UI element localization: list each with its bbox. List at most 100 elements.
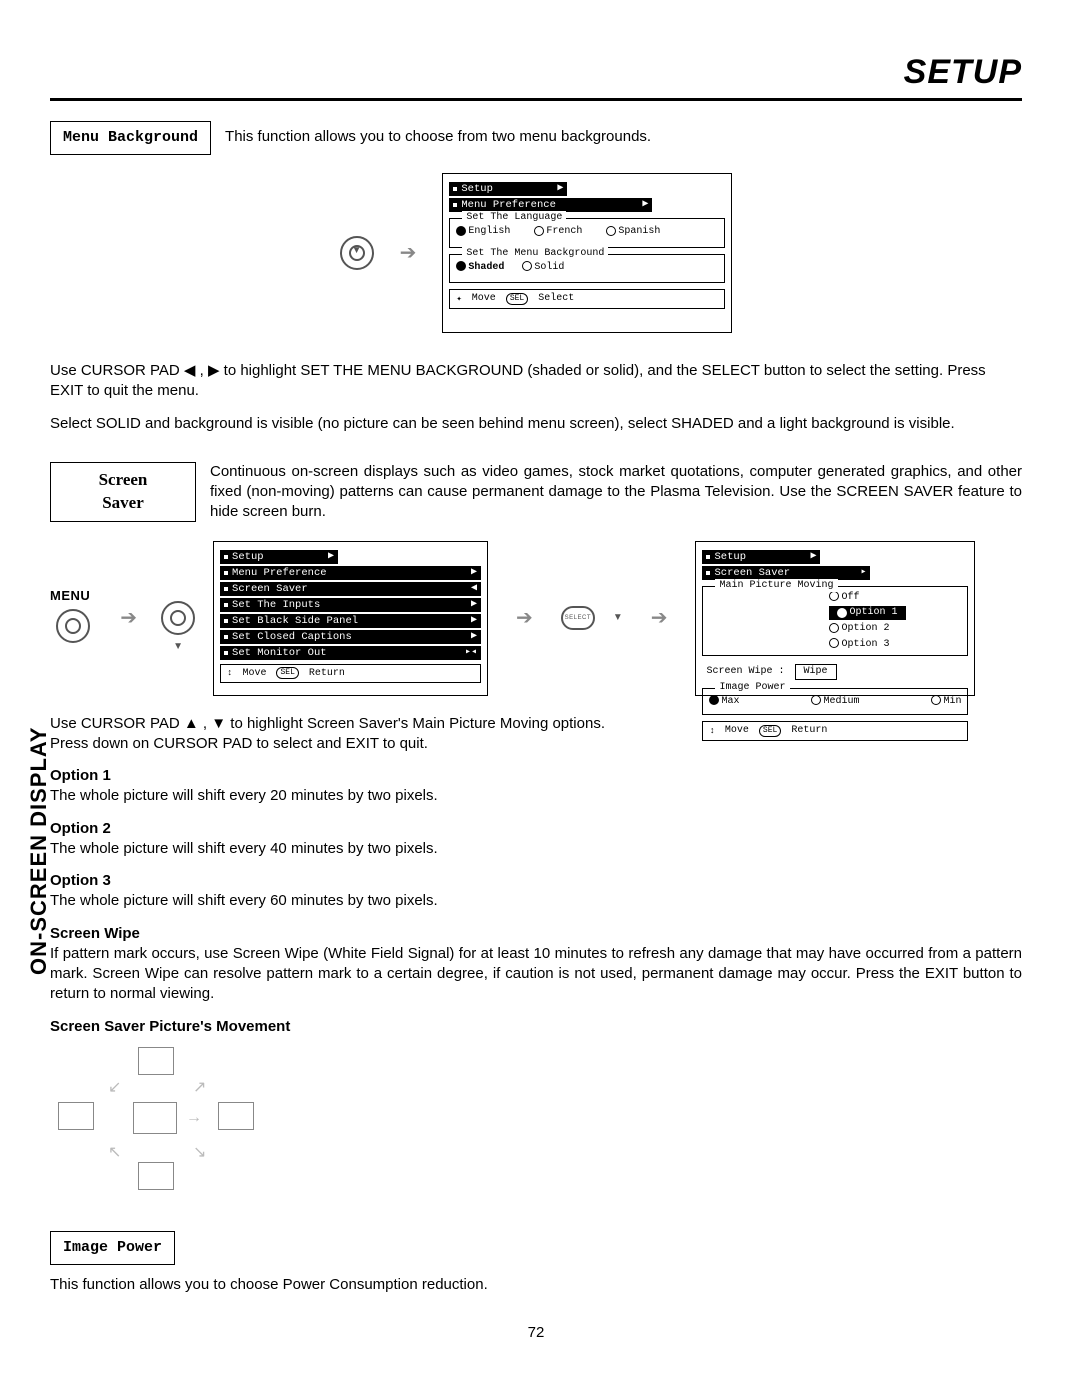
cursor-pad-icon [340,236,374,270]
sel-pill-icon: SEL [759,725,781,737]
option2-heading: Option 2 [50,820,111,837]
screen-wipe-line: Screen Wipe : Wipe [702,662,968,682]
osd-menu-bg-options: Shaded Solid [456,259,718,277]
wipe-value-box: Wipe [795,664,837,680]
option1-heading: Option 1 [50,767,111,784]
osd-screen-saver: Setup▶ Screen Saver▸ Main Picture Moving… [695,541,975,696]
down-arrow-icon: ▼ [613,611,623,625]
screen-wipe-heading: Screen Wipe [50,925,140,942]
arrows-vert-icon: ↕ [709,725,714,737]
osd-group-language-title: Set The Language [462,211,566,225]
osd-menu-item: Set Monitor Out▸◂ [220,646,481,660]
footer-return: Return [791,724,827,738]
osd-tab-setup: Setup▶ [449,182,567,196]
movement-heading: Screen Saver Picture's Movement [50,1017,1022,1037]
osd-menu-item: Set Black Side Panel▶ [220,614,481,628]
osd-menu-item-label: Set The Inputs [232,598,320,612]
cursor-pad-dial [340,236,374,270]
mpm-option2: Option 2 [841,623,889,634]
diagram-box [138,1047,174,1075]
radio-icon [829,638,839,648]
osd-menu-item: Set The Inputs▶ [220,598,481,612]
ip-medium: Medium [823,696,859,707]
diagram-arrow-icon: ↗ [193,1077,206,1099]
mpm-option3: Option 3 [841,639,889,650]
screen-saver-label-l1: Screen [99,470,148,489]
diagram-arrow-icon: ↙ [108,1077,121,1099]
radio-icon [931,695,941,705]
osd-tab-menu-pref-label: Menu Preference [461,198,556,212]
osd-footer: ↕ Move SEL Return [702,721,968,741]
radio-icon [829,591,839,601]
osd-menu-item-label: Set Monitor Out [232,646,327,660]
osd-tab-screen-saver: Screen Saver▸ [702,566,870,580]
sel-pill-icon: SEL [276,667,298,679]
mpm-option1: Option 1 [849,606,897,620]
arrow-right-icon: ➔ [400,240,417,267]
option3-heading: Option 3 [50,872,111,889]
radio-selected-icon [709,695,719,705]
mpm-option1-highlight: Option 1 [829,606,905,620]
arrows-vert-icon: ↕ [227,667,232,679]
osd-tab-setup: Setup▶ [702,550,820,564]
menu-background-osd-row: ➔ Setup▶ Menu Preference▶ Set The Langua… [50,173,1022,333]
diagram-arrow-icon: → [186,1107,202,1129]
osd-footer: ↕ Move SEL Return [220,664,481,684]
osd-menu-item: Set Closed Captions▶ [220,630,481,644]
page-number: 72 [50,1323,1022,1343]
menu-bg-para2: Select SOLID and background is visible (… [50,414,1022,434]
bg-shaded: Shaded [468,262,504,273]
osd-tab-screen-saver-label: Screen Saver [714,566,790,580]
osd-group-image-power-title: Image Power [715,681,789,695]
menu-bg-instructions: Use CURSOR PAD ◀ , ▶ to highlight SET TH… [50,361,1022,434]
diagram-box [138,1162,174,1190]
osd-setup-menu: Setup▶ Menu Preference▶ Screen Saver◀ Se… [213,541,488,696]
osd-tab-setup-label: Setup [232,550,264,564]
ip-max: Max [721,696,739,707]
diagram-arrow-icon: ↘ [193,1142,206,1164]
lang-french: French [546,226,582,237]
osd-language-options: English French Spanish [456,223,718,241]
image-power-options: Max Medium Min [709,693,961,711]
osd-menu-item-label: Set Black Side Panel [232,614,358,628]
mpm-off: Off [841,592,859,603]
diagram-arrow-icon: ↖ [108,1142,121,1164]
menu-background-row: Menu Background This function allows you… [50,121,1022,155]
sidebar-section-label: ON-SCREEN DISPLAY [24,727,54,975]
screen-saver-row: Screen Saver Continuous on-screen displa… [50,462,1022,523]
option2-text: The whole picture will shift every 40 mi… [50,840,438,857]
radio-icon [522,261,532,271]
radio-selected-icon [456,226,466,236]
footer-select: Select [538,292,574,306]
osd-menu-item-label: Set Closed Captions [232,630,352,644]
radio-icon [606,226,616,236]
osd-tab-setup-label: Setup [461,182,493,196]
osd-group-menu-bg: Set The Menu Background Shaded Solid [449,254,725,284]
footer-move: Move [242,667,266,681]
radio-selected-icon [456,261,466,271]
osd-group-image-power: Image Power Max Medium Min [702,688,968,716]
footer-return: Return [309,667,345,681]
image-power-label: Image Power [50,1231,175,1265]
arrow-right-icon: ➔ [651,605,668,632]
osd-menu-item-label: Menu Preference [232,566,327,580]
osd-group-menu-bg-title: Set The Menu Background [462,247,608,261]
diagram-box [218,1102,254,1130]
mpm-options: Off Option 1 Option 2 Option 3 [829,591,961,652]
osd-menu-item: Menu Preference▶ [220,566,481,580]
footer-move: Move [472,292,496,306]
screen-saver-osd-row: MENU ➔ Setup▶ Menu Preference▶ Screen Sa… [50,541,1022,696]
movement-diagram: ↙ ↗ → ↖ ↘ [58,1047,248,1217]
ip-min: Min [943,696,961,707]
diagram-box-center [133,1102,177,1134]
option3-text: The whole picture will shift every 60 mi… [50,892,438,909]
menu-dial-group: MENU ➔ [50,587,195,649]
sel-pill-icon: SEL [506,293,528,305]
select-button-icon: SELECT [561,606,595,630]
screen-wipe-label: Screen Wipe : [706,666,784,677]
option1-text: The whole picture will shift every 20 mi… [50,787,438,804]
screen-saver-intro: Continuous on-screen displays such as vi… [210,462,1022,523]
screen-saver-label-l2: Saver [102,493,144,512]
image-power-text: This function allows you to choose Power… [50,1275,1022,1295]
radio-selected-icon [837,608,847,618]
